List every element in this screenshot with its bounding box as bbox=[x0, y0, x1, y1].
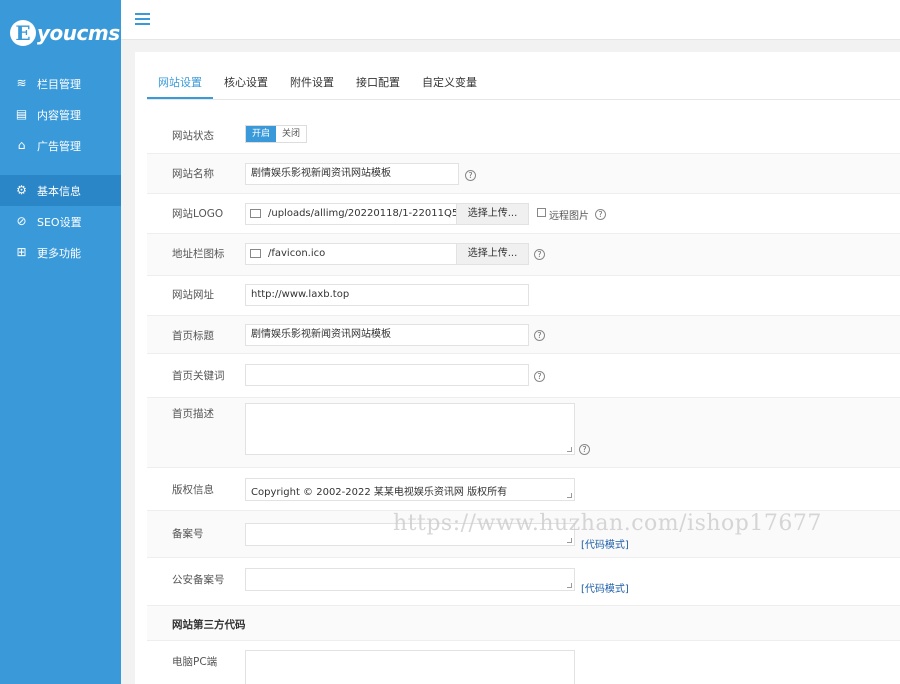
site-logo-input[interactable]: /uploads/allimg/20220118/1-22011Q532 bbox=[245, 203, 457, 225]
gear-icon: ⚙ bbox=[16, 183, 27, 197]
site-status-on-button[interactable]: 开启 bbox=[246, 126, 276, 142]
tab-core-settings[interactable]: 核心设置 bbox=[213, 66, 279, 99]
sidebar-item-content[interactable]: ▤ 内容管理 bbox=[0, 99, 121, 130]
grid-icon: ⊞ bbox=[16, 245, 27, 259]
site-status-off-button[interactable]: 关闭 bbox=[276, 126, 306, 142]
home-description-textarea[interactable] bbox=[245, 403, 575, 455]
help-icon[interactable]: ? bbox=[579, 444, 590, 455]
help-icon[interactable]: ? bbox=[465, 170, 476, 181]
document-icon: ▤ bbox=[15, 107, 28, 121]
row-copyright: 版权信息 Copyright © 2002-2022 某某电视娱乐资讯网 版权所… bbox=[147, 468, 900, 511]
site-status-switch: 开启 关闭 bbox=[245, 125, 307, 143]
site-status-label: 网站状态 bbox=[172, 130, 214, 142]
site-name-input[interactable]: 剧情娱乐影视新闻资讯网站模板 bbox=[245, 163, 459, 185]
logo-upload-button[interactable]: 选择上传... bbox=[456, 203, 529, 225]
pc-code-label: 电脑PC端 bbox=[172, 656, 218, 668]
icp-label: 备案号 bbox=[172, 528, 204, 540]
sidebar-item-seo[interactable]: ⊘ SEO设置 bbox=[0, 206, 121, 237]
tabs-divider bbox=[147, 99, 900, 100]
resize-grip-icon[interactable] bbox=[567, 493, 572, 498]
sidebar-item-label: SEO设置 bbox=[37, 215, 82, 229]
resize-grip-icon[interactable] bbox=[567, 447, 572, 452]
sidebar-item-label: 更多功能 bbox=[37, 246, 81, 260]
row-site-logo: 网站LOGO /uploads/allimg/20220118/1-22011Q… bbox=[147, 194, 900, 234]
copyright-textarea[interactable]: Copyright © 2002-2022 某某电视娱乐资讯网 版权所有 bbox=[245, 478, 575, 501]
help-icon[interactable]: ? bbox=[534, 371, 545, 382]
police-code-mode-link[interactable]: [代码模式] bbox=[581, 580, 629, 595]
row-site-status: 网站状态 开启 关闭 bbox=[147, 117, 900, 154]
home-title-input[interactable]: 剧情娱乐影视新闻资讯网站模板 bbox=[245, 324, 529, 346]
row-favicon: 地址栏图标 /favicon.ico 选择上传... ? bbox=[147, 234, 900, 276]
row-site-url: 网站网址 http://www.laxb.top bbox=[147, 276, 900, 316]
favicon-label: 地址栏图标 bbox=[172, 248, 225, 260]
sidebar-item-more[interactable]: ⊞ 更多功能 bbox=[0, 237, 121, 268]
row-site-name: 网站名称 剧情娱乐影视新闻资讯网站模板 ? bbox=[147, 154, 900, 194]
logo-mark: E bbox=[10, 20, 36, 46]
sidebar-nav-top: ≋ 栏目管理 ▤ 内容管理 ⌂ 广告管理 bbox=[0, 68, 121, 161]
site-url-label: 网站网址 bbox=[172, 289, 214, 301]
site-url-input[interactable]: http://www.laxb.top bbox=[245, 284, 529, 306]
sidebar-item-columns[interactable]: ≋ 栏目管理 bbox=[0, 68, 121, 99]
layers-icon: ≋ bbox=[16, 76, 27, 90]
sidebar-item-label: 基本信息 bbox=[37, 184, 81, 198]
resize-grip-icon[interactable] bbox=[567, 583, 572, 588]
logo-text: youcms bbox=[37, 21, 120, 45]
settings-panel: 网站设置 核心设置 附件设置 接口配置 自定义变量 网站状态 开启 关闭 网站名… bbox=[135, 52, 900, 684]
help-icon[interactable]: ? bbox=[534, 330, 545, 341]
favicon-input[interactable]: /favicon.ico bbox=[245, 243, 457, 265]
third-party-section-title: 网站第三方代码 bbox=[172, 619, 246, 631]
home-keywords-label: 首页关键词 bbox=[172, 370, 225, 382]
settings-tabs: 网站设置 核心设置 附件设置 接口配置 自定义变量 bbox=[147, 66, 488, 100]
row-police-record: 公安备案号 [代码模式] bbox=[147, 558, 900, 606]
home-title-label: 首页标题 bbox=[172, 330, 214, 342]
sidebar-item-label: 栏目管理 bbox=[37, 77, 81, 91]
remote-image-label: 远程图片 bbox=[549, 211, 589, 222]
favicon-value: /favicon.ico bbox=[268, 248, 326, 259]
sidebar: E youcms ≋ 栏目管理 ▤ 内容管理 ⌂ 广告管理 ⚙ 基本信息 ⊘ S… bbox=[0, 0, 121, 684]
sidebar-item-ads[interactable]: ⌂ 广告管理 bbox=[0, 130, 121, 161]
image-icon bbox=[250, 249, 261, 258]
police-record-label: 公安备案号 bbox=[172, 574, 225, 586]
tab-api-config[interactable]: 接口配置 bbox=[345, 66, 411, 99]
sidebar-item-label: 内容管理 bbox=[37, 108, 81, 122]
ad-icon: ⌂ bbox=[17, 138, 26, 152]
top-bar bbox=[121, 0, 900, 40]
copyright-value: Copyright © 2002-2022 某某电视娱乐资讯网 版权所有 bbox=[251, 487, 508, 498]
icp-code-mode-link[interactable]: [代码模式] bbox=[581, 536, 629, 551]
tab-custom-variables[interactable]: 自定义变量 bbox=[411, 66, 488, 99]
tab-attachment-settings[interactable]: 附件设置 bbox=[279, 66, 345, 99]
row-home-description: 首页描述 ? bbox=[147, 398, 900, 468]
logo[interactable]: E youcms bbox=[10, 18, 120, 48]
row-home-title: 首页标题 剧情娱乐影视新闻资讯网站模板 ? bbox=[147, 316, 900, 354]
site-logo-value: /uploads/allimg/20220118/1-22011Q532 bbox=[268, 208, 457, 219]
sidebar-nav-bottom: ⚙ 基本信息 ⊘ SEO设置 ⊞ 更多功能 bbox=[0, 175, 121, 268]
home-description-label: 首页描述 bbox=[172, 408, 214, 420]
copyright-label: 版权信息 bbox=[172, 484, 214, 496]
sidebar-item-label: 广告管理 bbox=[37, 139, 81, 153]
remote-image-checkbox[interactable] bbox=[537, 208, 546, 217]
police-record-textarea[interactable] bbox=[245, 568, 575, 591]
resize-grip-icon[interactable] bbox=[567, 538, 572, 543]
site-logo-label: 网站LOGO bbox=[172, 208, 224, 220]
watermark-text: https://www.huzhan.com/ishop17677 bbox=[393, 511, 822, 536]
image-icon bbox=[250, 209, 261, 218]
help-icon[interactable]: ? bbox=[534, 249, 545, 260]
row-home-keywords: 首页关键词 ? bbox=[147, 354, 900, 398]
home-keywords-input[interactable] bbox=[245, 364, 529, 386]
row-pc-code: 电脑PC端 bbox=[147, 641, 900, 684]
help-icon[interactable]: ? bbox=[595, 209, 606, 220]
tab-site-settings[interactable]: 网站设置 bbox=[147, 66, 213, 99]
sidebar-item-basic-info[interactable]: ⚙ 基本信息 bbox=[0, 175, 121, 206]
row-third-party-section: 网站第三方代码 bbox=[147, 606, 900, 641]
favicon-upload-button[interactable]: 选择上传... bbox=[456, 243, 529, 265]
menu-toggle-icon[interactable] bbox=[135, 13, 150, 26]
seo-icon: ⊘ bbox=[16, 214, 27, 228]
pc-code-textarea[interactable] bbox=[245, 650, 575, 684]
site-name-label: 网站名称 bbox=[172, 168, 214, 180]
